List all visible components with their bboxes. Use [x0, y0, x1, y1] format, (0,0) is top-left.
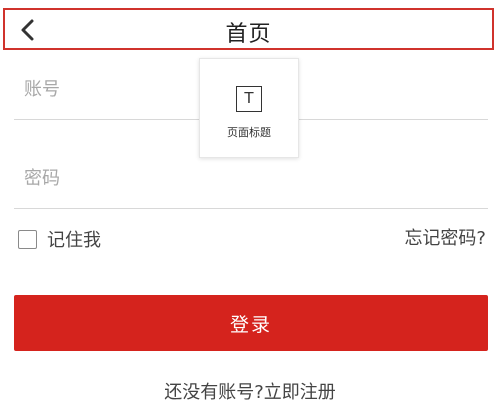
forgot-password-link[interactable]: 忘记密码? [404, 227, 486, 251]
login-button[interactable]: 登录 [14, 295, 488, 351]
remember-label: 记住我 [47, 230, 101, 251]
remember-me-toggle[interactable]: 记住我 [18, 227, 101, 251]
register-prompt-text: 还没有账号? [164, 382, 264, 403]
password-field-row [14, 149, 488, 209]
login-page: 首页 记住我 忘记密码? 登录 还没有账号?立即注册 T 页面标题 [0, 0, 500, 415]
register-prompt: 还没有账号?立即注册 [0, 378, 500, 404]
page-header: 首页 [3, 8, 494, 50]
page-title: 首页 [225, 22, 272, 47]
text-icon: T [236, 86, 262, 112]
component-tile-label: 页面标题 [227, 126, 271, 139]
page-title-component-tile[interactable]: T 页面标题 [199, 58, 299, 158]
register-link[interactable]: 立即注册 [264, 382, 336, 403]
remember-checkbox[interactable] [18, 229, 37, 249]
